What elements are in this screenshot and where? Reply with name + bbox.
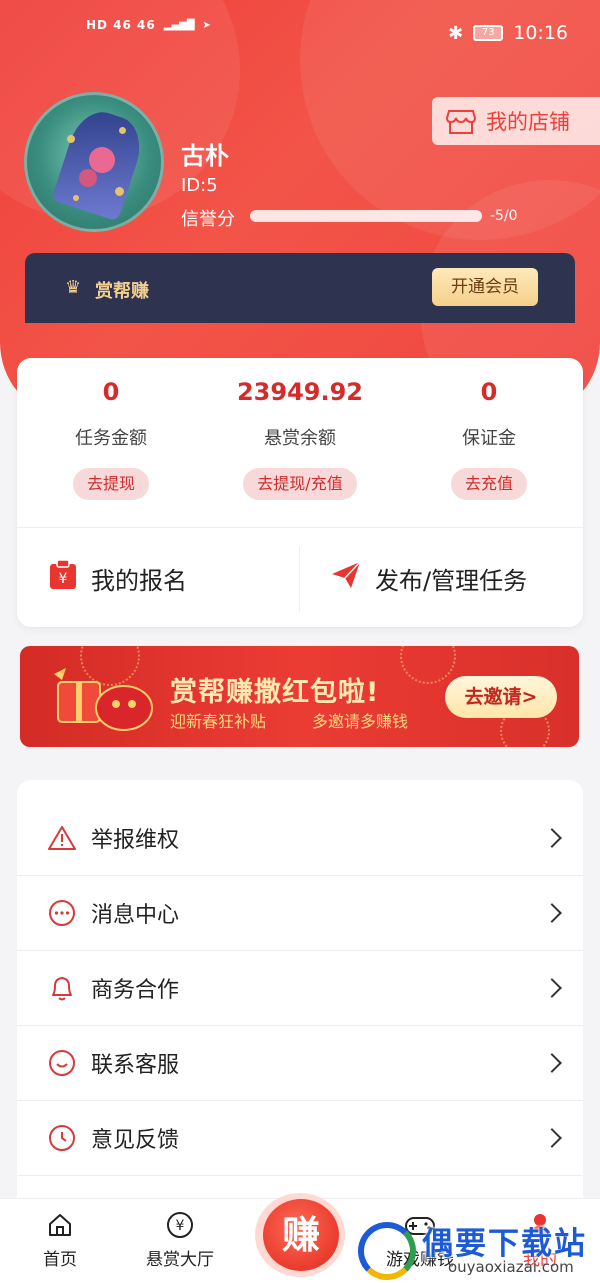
- menu-item-label: 意见反馈: [91, 1128, 180, 1153]
- avatar-fleck: [67, 135, 75, 143]
- banner-subtitle-2: 多邀请多赚钱: [312, 712, 409, 731]
- banner-subtitle-1: 迎新春狂补贴: [170, 712, 267, 731]
- chevron-right-icon: [542, 978, 562, 998]
- deposit-label: 保证金: [462, 428, 516, 449]
- menu-item-label: 消息中心: [91, 903, 180, 928]
- network-status: HD 46 46: [86, 18, 156, 32]
- publish-manage-task-button[interactable]: 发布/管理任务: [331, 543, 527, 613]
- smile-icon: [47, 1048, 77, 1078]
- open-membership-button[interactable]: 开通会员: [432, 268, 538, 306]
- vip-banner: ♛ 赏帮赚 开通会员: [25, 253, 575, 323]
- watermark-logo-icon: [358, 1222, 416, 1280]
- tab-bounty-hall[interactable]: ¥ 悬赏大厅: [125, 1209, 235, 1270]
- chevron-right-icon: [542, 1053, 562, 1073]
- withdraw-button[interactable]: 去提现: [72, 468, 149, 500]
- banner-title: 赏帮赚撒红包啦!: [170, 677, 380, 708]
- my-shop-button[interactable]: 我的店铺: [432, 97, 600, 145]
- tab-earn[interactable]: 赚: [251, 1193, 349, 1277]
- chevron-right-icon: [542, 903, 562, 923]
- invite-button[interactable]: 去邀请>: [445, 676, 557, 718]
- my-signup-button[interactable]: ¥ 我的报名: [49, 543, 187, 613]
- tab-label: 首页: [43, 1250, 77, 1270]
- svg-text:¥: ¥: [59, 571, 68, 587]
- menu-item-messages[interactable]: 消息中心: [17, 876, 583, 951]
- chat-icon: [47, 898, 77, 928]
- home-icon: [5, 1209, 115, 1241]
- menu-item-label: 举报维权: [91, 828, 180, 853]
- watermark-text: 偶要下载站: [422, 1226, 587, 1262]
- tab-label: 悬赏大厅: [146, 1250, 214, 1270]
- settings-menu: 举报维权 消息中心 商务合作 联系客服 意见反馈: [17, 780, 583, 1200]
- menu-item-feedback[interactable]: 意见反馈: [17, 1101, 583, 1176]
- avatar[interactable]: [24, 92, 164, 232]
- watermark-url: ouyaoxiazai.com: [448, 1258, 574, 1276]
- signal-icon: ▂▄▆█: [163, 19, 195, 31]
- bell-icon: [47, 973, 77, 1003]
- credit-value: -5/0: [490, 208, 518, 224]
- my-shop-label: 我的店铺: [486, 110, 570, 134]
- shop-icon: [445, 107, 477, 135]
- bounty-balance-label: 悬赏余额: [264, 428, 336, 449]
- menu-item-label: 商务合作: [91, 978, 180, 1003]
- clock: 10:16: [513, 22, 568, 44]
- chevron-right-icon: [542, 1128, 562, 1148]
- vip-brand: 赏帮赚: [95, 281, 149, 302]
- task-amount-label: 任务金额: [75, 428, 147, 449]
- firework-decor: [400, 646, 456, 684]
- clock-icon: [47, 1123, 77, 1153]
- deposit-value: 0: [480, 378, 498, 406]
- crown-icon: ♛: [65, 277, 82, 298]
- divider: [299, 546, 300, 612]
- status-right: ✱ 73 10:16: [448, 22, 568, 44]
- user-id: ID:5: [181, 175, 218, 196]
- withdraw-recharge-button[interactable]: 去提现/充值: [243, 468, 357, 500]
- network-indicators: HD 46 46 ▂▄▆█ ➤: [86, 18, 211, 32]
- red-packet-banner[interactable]: 赏帮赚撒红包啦! 迎新春狂补贴 多邀请多赚钱 去邀请>: [20, 646, 579, 747]
- tab-home[interactable]: 首页: [5, 1209, 115, 1270]
- divider: [17, 527, 583, 528]
- avatar-flower: [89, 147, 115, 173]
- menu-item-business[interactable]: 商务合作: [17, 951, 583, 1026]
- warning-icon: [47, 823, 77, 853]
- recharge-button[interactable]: 去充值: [450, 468, 527, 500]
- yuan-coin-icon: ¥: [125, 1209, 235, 1241]
- menu-item-customer-service[interactable]: 联系客服: [17, 1026, 583, 1101]
- credit-label: 信誉分: [181, 209, 235, 230]
- bluetooth-icon: ✱: [448, 22, 464, 44]
- avatar-fleck: [119, 127, 126, 134]
- deposit: 0 保证金 去充值: [395, 378, 583, 500]
- clipboard-icon: ¥: [49, 559, 77, 596]
- svg-text:¥: ¥: [176, 1218, 185, 1234]
- bounty-balance: 23949.92 悬赏余额 去提现/充值: [206, 378, 394, 500]
- avatar-fleck: [115, 187, 124, 196]
- task-amount: 0 任务金额 去提现: [17, 378, 205, 500]
- credit-progress-bar: [250, 210, 482, 222]
- username: 古朴: [181, 142, 229, 170]
- earn-button: 赚: [263, 1199, 339, 1271]
- watermark: 偶要下载站 ouyaoxiazai.com: [356, 1214, 600, 1283]
- status-bar: HD 46 46 ▂▄▆█ ➤ ✱ 73 10:16: [0, 18, 600, 52]
- bounty-balance-value: 23949.92: [236, 378, 363, 406]
- paper-plane-icon: [331, 561, 361, 595]
- menu-item-report[interactable]: 举报维权: [17, 801, 583, 876]
- avatar-fleck: [73, 195, 79, 201]
- menu-item-label: 联系客服: [91, 1053, 180, 1078]
- task-amount-value: 0: [102, 378, 120, 406]
- red-packet-illustration: [50, 664, 158, 736]
- my-signup-label: 我的报名: [91, 566, 187, 595]
- balance-card: 0 任务金额 去提现 23949.92 悬赏余额 去提现/充值 0 保证金 去充…: [17, 358, 583, 627]
- location-icon: ➤: [202, 19, 211, 31]
- avatar-flower: [79, 169, 97, 187]
- chevron-right-icon: [542, 828, 562, 848]
- battery-icon: 73: [473, 25, 504, 41]
- publish-manage-label: 发布/管理任务: [375, 566, 528, 595]
